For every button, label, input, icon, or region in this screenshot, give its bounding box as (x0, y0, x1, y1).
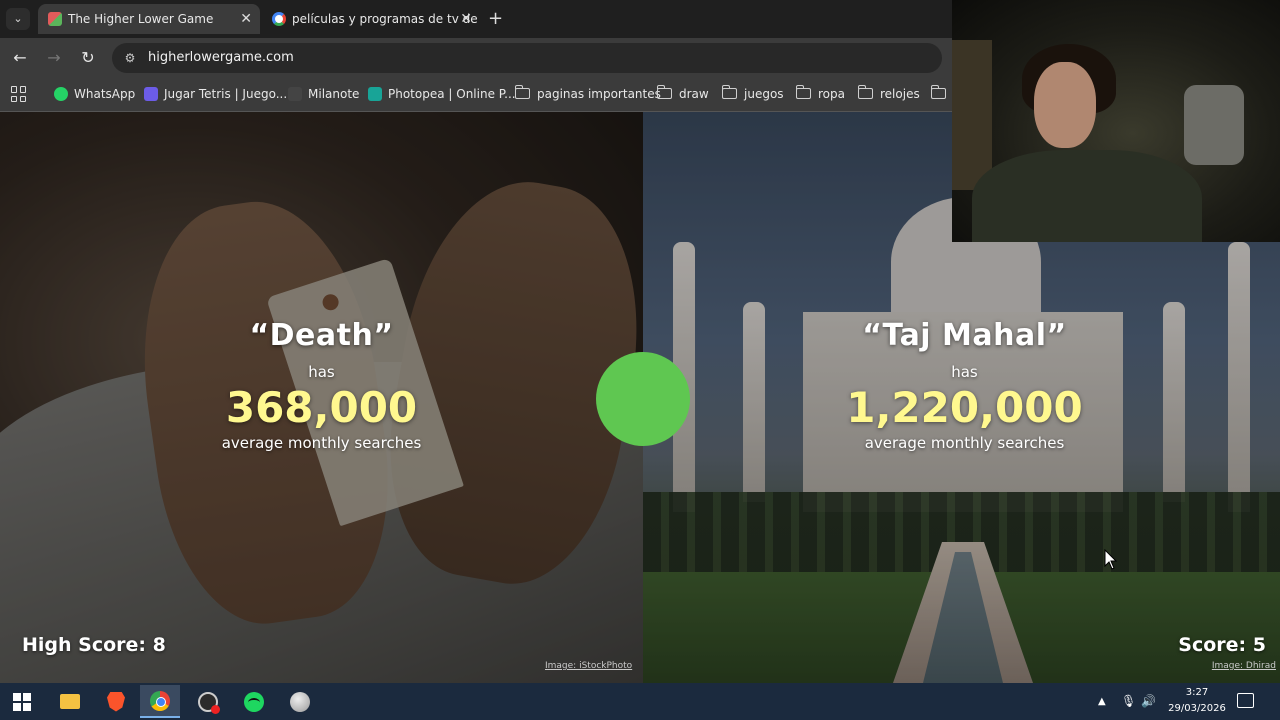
address-bar[interactable]: ⚙ higherlowergame.com (112, 43, 942, 73)
obs-icon[interactable] (188, 685, 228, 718)
windows-taskbar: ▲ 🎙 🔊 3:27 29/03/2026 (0, 683, 1280, 720)
chrome-icon[interactable] (140, 685, 180, 718)
bookmark-folder-paginas-importantes[interactable]: paginas importantes (514, 78, 661, 110)
file-explorer-icon[interactable] (50, 685, 90, 718)
folder-icon (930, 85, 946, 99)
current-score: Score: 5 (1178, 634, 1266, 656)
site-info-icon[interactable]: ⚙ (122, 50, 138, 66)
app-icon[interactable] (280, 685, 320, 718)
folder-icon (721, 85, 737, 99)
system-clock[interactable]: 3:27 29/03/2026 (1162, 685, 1232, 717)
right-image-credit[interactable]: Image: Dhirad (1212, 661, 1276, 671)
bookmark-label: juegos (744, 87, 784, 101)
new-tab-button[interactable]: + (488, 8, 503, 30)
photopea-icon (368, 87, 382, 101)
right-has-text: has (951, 363, 978, 381)
close-icon[interactable]: ✕ (240, 4, 252, 34)
chevron-up-icon[interactable]: ▲ (1098, 683, 1106, 720)
back-arrow-icon[interactable]: ← (10, 48, 30, 68)
folder-icon (514, 85, 530, 99)
chevron-down-icon[interactable]: ⌄ (6, 8, 30, 30)
tab-title: The Higher Lower Game (68, 12, 214, 26)
close-icon[interactable]: ✕ (460, 4, 472, 34)
bookmark-label: paginas importantes (537, 87, 661, 101)
bookmark-tetris[interactable]: Jugar Tetris | Juego... (144, 78, 287, 110)
bookmark-label: draw (679, 87, 709, 101)
google-favicon-icon (272, 12, 286, 26)
speaker-icon[interactable]: 🔊 (1141, 683, 1156, 720)
tab-title: películas y programas de tv de (292, 12, 478, 26)
higherlower-favicon-icon (48, 12, 62, 26)
screen: + ⌄ The Higher Lower Game ✕ películas y … (0, 0, 1280, 720)
person-face-shape (1034, 62, 1096, 148)
whatsapp-icon (54, 87, 68, 101)
folder-icon (857, 85, 873, 99)
bookmark-whatsapp[interactable]: WhatsApp (54, 78, 135, 110)
background-shelf-shape (952, 40, 992, 190)
webcam-overlay (952, 0, 1280, 242)
left-count-label: average monthly searches (221, 434, 422, 452)
bookmark-label: ropa (818, 87, 845, 101)
person-body-shape (972, 150, 1202, 242)
bookmark-label: Jugar Tetris | Juego... (164, 87, 288, 101)
bookmark-folder-overflow[interactable] (930, 78, 947, 110)
right-count-label: average monthly searches (864, 434, 1065, 452)
left-has-text: has (308, 363, 335, 381)
windows-start-icon[interactable] (2, 685, 42, 718)
reload-icon[interactable]: ↻ (78, 48, 98, 68)
left-term: “Death” (249, 318, 394, 353)
folder-icon (656, 85, 672, 99)
folder-icon (795, 85, 811, 99)
correct-answer-indicator (596, 352, 690, 446)
brave-icon[interactable] (96, 685, 136, 718)
tab-peliculas[interactable]: películas y programas de tv de ✕ (262, 4, 480, 34)
milanote-icon (288, 87, 302, 101)
bookmark-milanote[interactable]: Milanote (288, 78, 359, 110)
tetris-icon (144, 87, 158, 101)
notification-icon[interactable] (1237, 693, 1254, 708)
url-text[interactable]: higherlowergame.com (148, 43, 294, 73)
bookmark-folder-relojes[interactable]: relojes (857, 78, 920, 110)
bookmark-label: Milanote (308, 87, 360, 101)
right-term: “Taj Mahal” (862, 318, 1067, 353)
tab-higher-lower-game[interactable]: The Higher Lower Game ✕ (38, 4, 260, 34)
bookmark-label: relojes (880, 87, 920, 101)
chair-shape (1184, 85, 1244, 165)
left-term-info: “Death” has 368,000 average monthly sear… (0, 318, 643, 452)
bookmark-folder-draw[interactable]: draw (656, 78, 709, 110)
bookmark-folder-ropa[interactable]: ropa (795, 78, 845, 110)
spotify-icon[interactable] (234, 685, 274, 718)
left-image-credit[interactable]: Image: iStockPhoto (545, 661, 632, 671)
microphone-icon[interactable]: 🎙 (1121, 683, 1136, 720)
bookmark-photopea[interactable]: Photopea | Online P... (368, 78, 516, 110)
bookmark-label: Photopea | Online P... (388, 87, 516, 101)
apps-grid-icon[interactable] (11, 86, 27, 102)
clock-time: 3:27 (1185, 687, 1209, 698)
bookmark-label: WhatsApp (74, 87, 136, 101)
right-term-info: “Taj Mahal” has 1,220,000 average monthl… (643, 318, 1280, 452)
bookmark-folder-juegos[interactable]: juegos (721, 78, 784, 110)
clock-date: 29/03/2026 (1168, 703, 1226, 714)
forward-arrow-icon[interactable]: → (44, 48, 64, 68)
right-search-count: 1,220,000 (846, 383, 1083, 432)
left-search-count: 368,000 (225, 383, 418, 432)
high-score: High Score: 8 (22, 634, 166, 656)
